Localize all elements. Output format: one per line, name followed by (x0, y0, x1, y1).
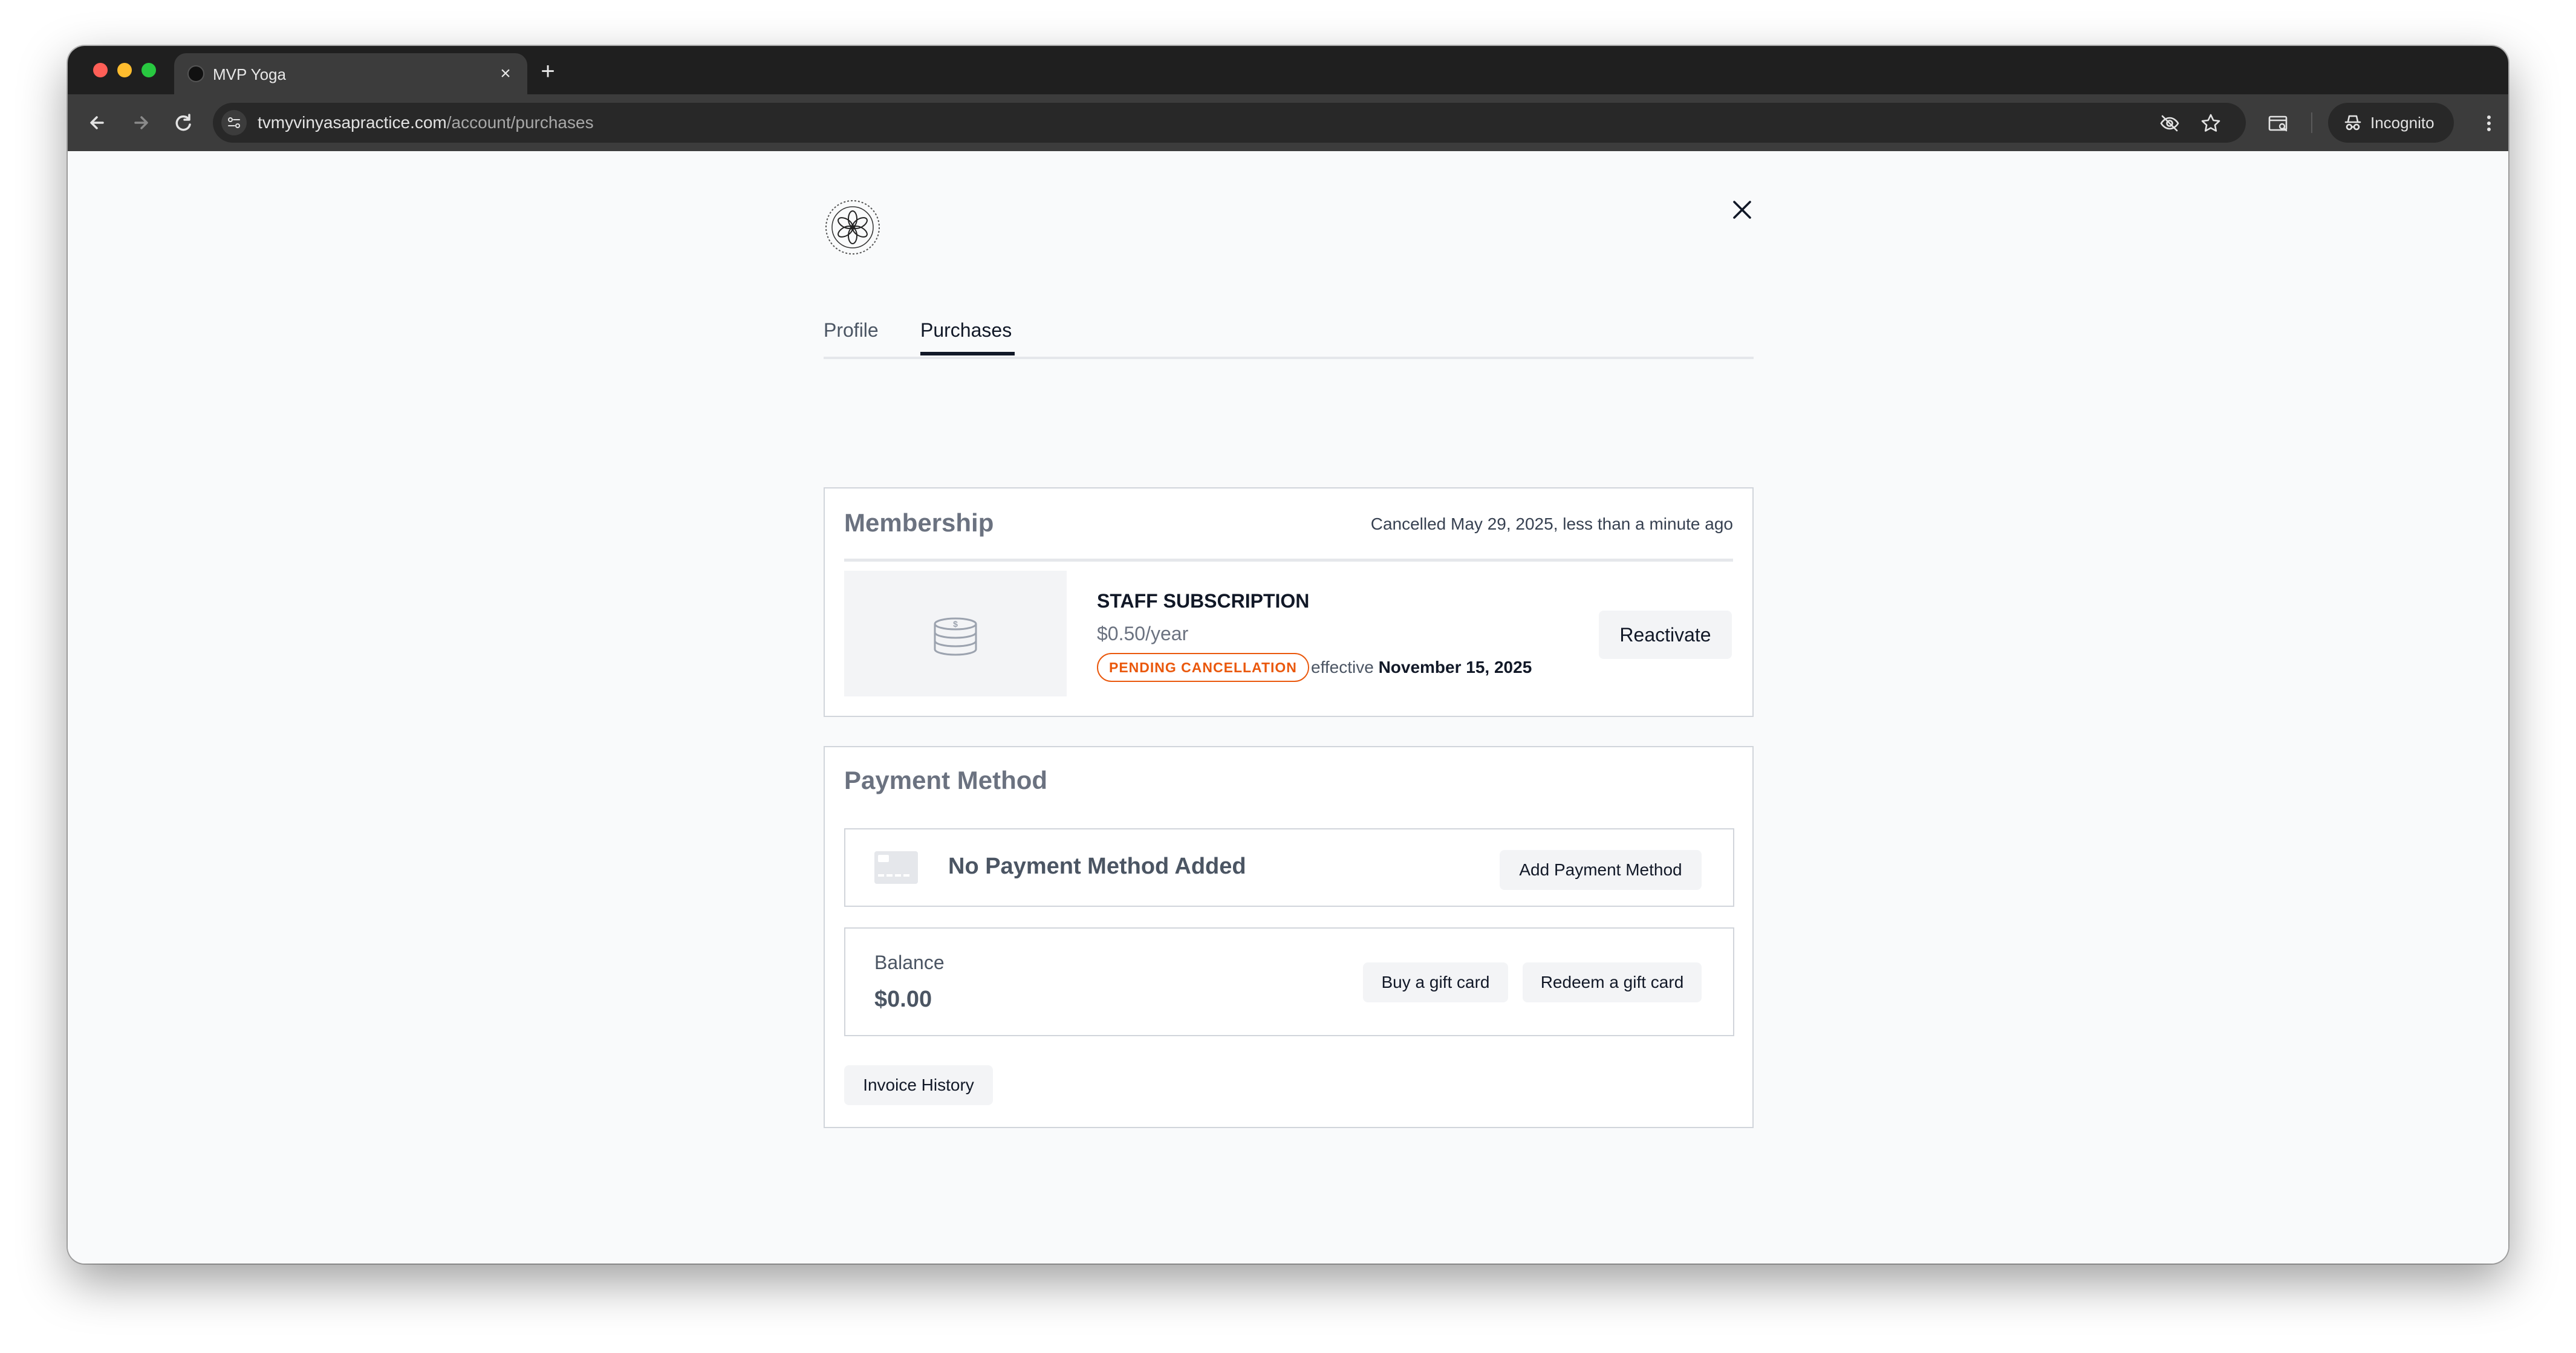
site-info-icon[interactable] (221, 110, 247, 135)
membership-heading: Membership (844, 508, 994, 537)
coins-icon: $ (934, 617, 977, 656)
plan-thumbnail: $ (844, 571, 1067, 696)
incognito-label: Incognito (2370, 114, 2435, 132)
payment-method-card: Payment Method No Payment Method Added A… (824, 746, 1754, 1128)
membership-card: Membership Cancelled May 29, 2025, less … (824, 487, 1754, 717)
tab-title: MVP Yoga (213, 65, 286, 83)
tab-purchases-label: Purchases (920, 319, 1012, 341)
incognito-button[interactable]: Incognito (2328, 103, 2454, 143)
reload-icon[interactable] (169, 109, 197, 137)
new-tab-icon[interactable]: + (535, 59, 561, 86)
incognito-icon (2344, 115, 2361, 131)
invoice-history-button[interactable]: Invoice History (844, 1065, 993, 1105)
browser-window: MVP Yoga × + tvmyvinyasapractice.com/acc… (68, 46, 2508, 1264)
credit-card-icon (874, 851, 918, 884)
reader-mode-icon[interactable] (2266, 111, 2291, 135)
balance-value: $0.00 (874, 987, 932, 1012)
effective-prefix: effective (1311, 658, 1374, 676)
redeem-gift-card-button[interactable]: Redeem a gift card (1523, 962, 1702, 1002)
plan-name: STAFF SUBSCRIPTION (1097, 590, 1310, 612)
more-menu-icon[interactable] (2477, 111, 2501, 135)
close-icon[interactable] (1728, 196, 1756, 224)
tab-strip: MVP Yoga × + (68, 46, 2508, 94)
tab-close-icon[interactable]: × (493, 62, 518, 86)
svg-text:$: $ (953, 619, 958, 629)
close-window-button[interactable] (93, 63, 108, 77)
effective-date: November 15, 2025 (1378, 658, 1532, 676)
reactivate-button[interactable]: Reactivate (1599, 611, 1732, 659)
back-arrow-icon[interactable] (83, 109, 111, 137)
yoga-logo-icon[interactable] (824, 198, 882, 256)
eye-off-icon[interactable] (2159, 112, 2181, 134)
page-content: Profile Purchases Membership Cancelled M… (68, 151, 2508, 1264)
plan-price: $0.50/year (1097, 623, 1189, 644)
balance-box: Balance $0.00 Buy a gift card Redeem a g… (844, 927, 1734, 1036)
toolbar-divider (2311, 112, 2312, 133)
buy-gift-card-button[interactable]: Buy a gift card (1363, 962, 1508, 1002)
maximize-window-button[interactable] (141, 63, 156, 77)
payment-method-heading: Payment Method (844, 766, 1048, 794)
add-payment-method-button[interactable]: Add Payment Method (1500, 850, 1702, 890)
url-text: tvmyvinyasapractice.com/account/purchase… (258, 114, 594, 132)
url-domain: tvmyvinyasapractice.com (258, 113, 447, 132)
cancellation-status: Cancelled May 29, 2025, less than a minu… (1370, 514, 1733, 533)
status-badge: PENDING CANCELLATION (1097, 653, 1309, 682)
favicon-icon (187, 65, 204, 82)
forward-arrow-icon[interactable] (127, 109, 155, 137)
effective-date-line: effective November 15, 2025 (1311, 657, 1532, 678)
minimize-window-button[interactable] (117, 63, 132, 77)
active-tab-indicator (920, 352, 1015, 355)
url-path: /account/purchases (446, 113, 594, 132)
address-bar[interactable]: tvmyvinyasapractice.com/account/purchase… (213, 103, 2246, 143)
browser-toolbar: tvmyvinyasapractice.com/account/purchase… (68, 94, 2508, 151)
star-icon[interactable] (2200, 112, 2222, 134)
account-tabs-divider (824, 357, 1754, 359)
browser-tab[interactable]: MVP Yoga × (174, 53, 527, 94)
membership-divider (844, 559, 1733, 562)
no-payment-method-box: No Payment Method Added Add Payment Meth… (844, 828, 1734, 907)
balance-label: Balance (874, 952, 945, 973)
no-payment-method-text: No Payment Method Added (948, 854, 1246, 879)
tab-profile-label: Profile (824, 319, 879, 341)
